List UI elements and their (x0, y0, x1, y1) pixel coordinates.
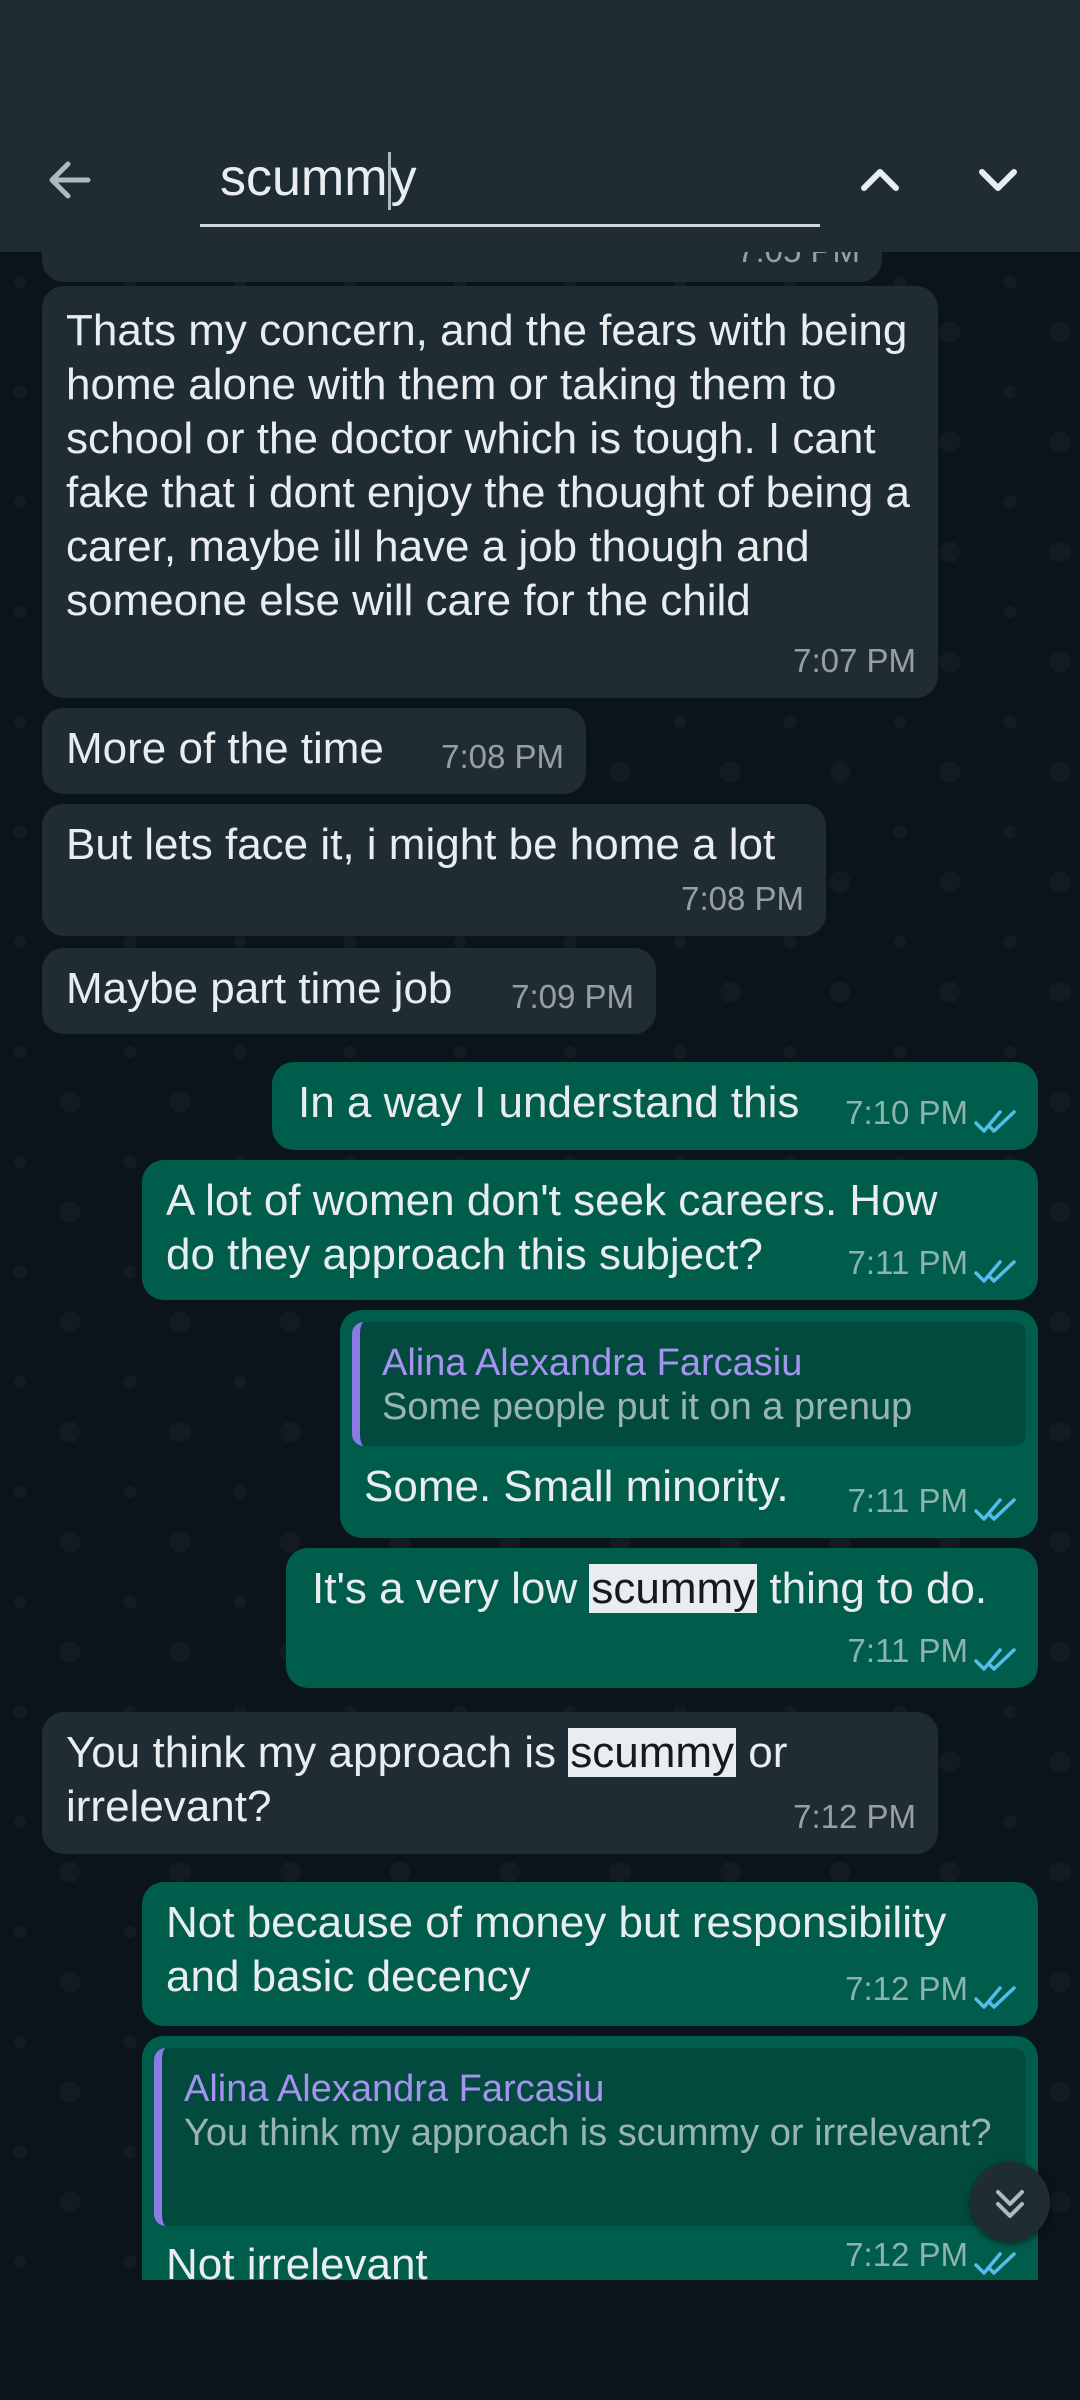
message-time: 7:12 PM (845, 1970, 968, 2007)
message-list[interactable]: 7:05 PM Thats my concern, and the fears … (0, 252, 1080, 2280)
message-incoming-partial[interactable]: 7:05 PM (42, 252, 882, 282)
message-outgoing-reply[interactable]: Alina Alexandra Farcasiu You think my ap… (142, 2036, 1038, 2280)
double-check-icon (974, 1110, 1016, 1133)
message-text: You think my approach is scummy or irrel… (66, 1728, 788, 1831)
back-arrow-icon[interactable] (40, 150, 100, 210)
search-query: scummy (220, 148, 417, 211)
message-text: But lets face it, i might be home a lot (66, 820, 776, 869)
message-outgoing[interactable]: Not because of money but responsibility … (142, 1882, 1038, 2026)
message-incoming[interactable]: But lets face it, i might be home a lot … (42, 804, 826, 936)
quoted-message[interactable]: Alina Alexandra Farcasiu You think my ap… (154, 2048, 1026, 2226)
message-incoming[interactable]: You think my approach is scummy or irrel… (42, 1712, 938, 1854)
search-input[interactable]: scummy (200, 140, 820, 227)
message-incoming[interactable]: Thats my concern, and the fears with bei… (42, 286, 938, 698)
message-text: More of the time (66, 724, 384, 773)
scroll-to-bottom-button[interactable] (970, 2162, 1050, 2242)
message-time: 7:09 PM (511, 978, 634, 1015)
quoted-text: Some people put it on a prenup (382, 1386, 913, 1428)
message-text: Some. Small minority. (364, 1462, 789, 1511)
message-time: 7:11 PM (847, 1482, 968, 1519)
message-incoming[interactable]: Maybe part time job 7:09 PM (42, 948, 656, 1034)
message-time: 7:10 PM (845, 1094, 968, 1131)
message-time: 7:08 PM (441, 738, 564, 775)
message-incoming[interactable]: More of the time 7:08 PM (42, 708, 586, 794)
message-outgoing[interactable]: It's a very low scummy thing to do. 7:11… (286, 1548, 1038, 1688)
search-header: scummy (0, 0, 1080, 252)
message-text: It's a very low scummy thing to do. (312, 1564, 988, 1613)
message-time: 7:11 PM (847, 1244, 968, 1281)
message-time: 7:12 PM (793, 1798, 916, 1835)
quoted-text: You think my approach is scummy or irrel… (184, 2112, 992, 2154)
message-time: 7:05 PM (737, 252, 860, 278)
message-outgoing-reply[interactable]: Alina Alexandra Farcasiu Some people put… (340, 1310, 1038, 1538)
message-time: 7:08 PM (681, 880, 804, 917)
message-time: 7:07 PM (793, 642, 916, 679)
chevron-down-icon[interactable] (968, 150, 1028, 210)
double-chevron-down-icon (996, 2190, 1024, 2218)
double-check-icon (974, 1260, 1016, 1283)
message-text: In a way I understand this (298, 1078, 800, 1127)
message-time: 7:12 PM (845, 2236, 968, 2273)
double-check-icon (974, 1498, 1016, 1521)
search-match-highlight: scummy (589, 1564, 758, 1613)
search-match-highlight: scummy (568, 1728, 736, 1777)
message-text: Thats my concern, and the fears with bei… (66, 306, 910, 625)
chevron-up-icon[interactable] (850, 150, 910, 210)
message-outgoing[interactable]: A lot of women don't seek careers. How d… (142, 1160, 1038, 1300)
message-time: 7:11 PM (847, 1632, 968, 1669)
message-text: Maybe part time job (66, 964, 453, 1013)
double-check-icon (974, 1986, 1016, 2009)
system-navigation-bar (0, 2280, 1080, 2400)
quoted-author: Alina Alexandra Farcasiu (184, 2068, 605, 2110)
message-text: Not irrelevant (166, 2240, 428, 2280)
message-outgoing[interactable]: In a way I understand this 7:10 PM (272, 1062, 1038, 1150)
quoted-author: Alina Alexandra Farcasiu (382, 1342, 803, 1384)
double-check-icon (974, 1648, 1016, 1671)
quoted-message[interactable]: Alina Alexandra Farcasiu Some people put… (352, 1322, 1026, 1446)
double-check-icon (974, 2252, 1016, 2275)
